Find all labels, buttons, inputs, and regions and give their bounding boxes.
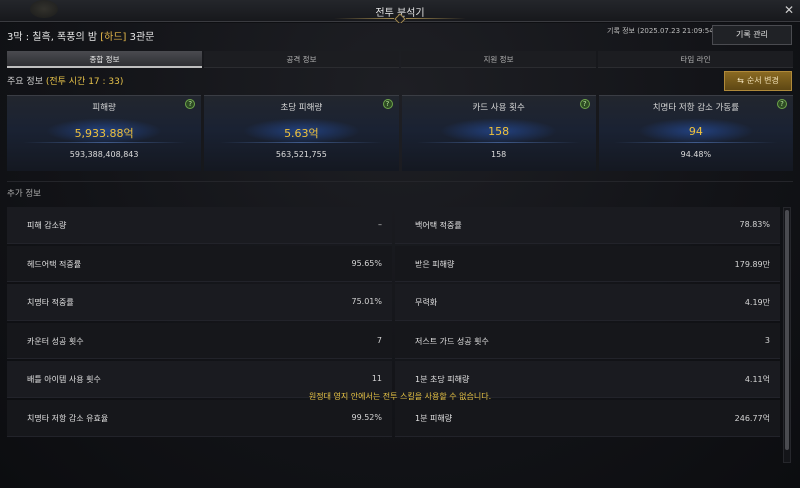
stat-value: 7: [376, 335, 382, 345]
card-value: 5.63억: [284, 127, 319, 140]
tab-bar: 종합 정보 공격 정보 지원 정보 타임 라인: [7, 51, 793, 68]
help-icon[interactable]: ?: [382, 99, 393, 109]
stat-value: –: [378, 220, 382, 229]
section-divider: [7, 181, 793, 182]
close-icon[interactable]: ✕: [784, 3, 794, 17]
stat-label: 피해 감소량: [27, 221, 67, 230]
system-notice: 원정대 영지 안에서는 전투 스킬을 사용할 수 없습니다.: [308, 392, 492, 401]
stat-label: 1분 초당 피해량: [415, 375, 470, 385]
card-title: 치명타 저항 감소 가동률: [652, 103, 740, 113]
stat-row: 무력화 4.19만: [395, 284, 780, 321]
stat-value: 4.19만: [744, 298, 770, 308]
card-crit-res-uptime: 치명타 저항 감소 가동률 ? 94 94.48%: [598, 95, 793, 171]
card-dps: 초당 피해량 ? 5.63억 563,521,755: [204, 95, 399, 171]
stage-gate: 3관문: [126, 32, 155, 43]
title-ornament-left: [334, 18, 394, 19]
stat-row: 받은 피해량 179.89만: [395, 245, 780, 283]
card-damage: 피해량 ? 5,933.88억 593,388,408,843: [7, 95, 202, 171]
help-icon[interactable]: ?: [777, 99, 787, 109]
stat-value: 4.11억: [744, 375, 770, 385]
title-ornament-right: [406, 18, 466, 19]
card-divider: [219, 142, 383, 143]
card-divider: [22, 142, 186, 143]
card-value: 158: [488, 125, 510, 138]
stat-label: 치명타 적중률: [27, 298, 74, 308]
stat-row: 치명타 저항 감소 유효율 99.52%: [7, 399, 392, 437]
order-change-button[interactable]: ⇆ 순서 변경: [724, 71, 792, 91]
card-subvalue: 563,521,755: [275, 150, 327, 159]
main-info-title: 주요 정보: [7, 77, 46, 87]
difficulty-badge: [하드]: [100, 32, 127, 43]
stage-name: 3막 : 칠흑, 폭풍의 밤: [7, 32, 101, 43]
card-title: 카드 사용 횟수: [472, 103, 525, 113]
record-manage-button[interactable]: 기록 관리: [712, 25, 792, 45]
stat-label: 저스트 가드 성공 횟수: [415, 336, 489, 346]
stat-value: 179.89만: [734, 259, 770, 269]
summary-cards: 피해량 ? 5,933.88억 593,388,408,843 초당 피해량 ?…: [7, 95, 793, 171]
card-subvalue: 94.48%: [680, 150, 712, 159]
stat-label: 헤드어택 적중률: [27, 259, 82, 269]
stat-row: 저스트 가드 성공 횟수 3: [395, 322, 780, 360]
tab-attack[interactable]: 공격 정보: [204, 51, 399, 68]
card-card-uses: 카드 사용 횟수 ? 158 158: [401, 95, 596, 171]
extra-info-label: 추가 정보: [7, 189, 41, 199]
stat-value: 246.77억: [734, 413, 770, 423]
card-value: 94: [688, 125, 703, 138]
stat-label: 1분 피해량: [415, 413, 453, 423]
stat-row: 카운터 성공 횟수 7: [7, 322, 392, 360]
order-change-label: 순서 변경: [746, 76, 779, 85]
scrollbar-thumb[interactable]: [785, 210, 789, 450]
stat-row: 피해 감소량 –: [7, 207, 392, 244]
help-icon[interactable]: ?: [579, 99, 590, 109]
tab-timeline[interactable]: 타임 라인: [598, 51, 793, 68]
stat-value: 99.52%: [351, 412, 382, 422]
stat-value: 75.01%: [351, 297, 382, 307]
extra-info-grid: 피해 감소량 – 백어택 적중률 78.83% 헤드어택 적중률 95.65% 받은 …: [7, 207, 780, 463]
tab-support[interactable]: 지원 정보: [401, 51, 596, 68]
stage-title: 3막 : 칠흑, 폭풍의 밤 [하드] 3관문: [7, 28, 154, 43]
stat-value: 78.83%: [739, 220, 770, 229]
stat-label: 치명타 저항 감소 유효율: [27, 413, 109, 423]
stat-label: 무력화: [415, 298, 438, 308]
stat-label: 백어택 적중률: [415, 221, 462, 230]
stat-row: 1분 피해량 246.77억: [395, 399, 780, 437]
main-info-label: 주요 정보 (전투 시간 17 : 33): [7, 74, 123, 87]
stat-row: 헤드어택 적중률 95.65%: [7, 245, 392, 283]
battle-time: (전투 시간 17 : 33): [45, 77, 124, 87]
stat-row: 치명타 적중률 75.01%: [7, 284, 392, 321]
card-divider: [417, 142, 581, 143]
scrollbar[interactable]: [783, 207, 791, 463]
stat-value: 3: [764, 335, 770, 345]
card-subvalue: 593,388,408,843: [69, 150, 139, 159]
stat-label: 배틀 아이템 사용 횟수: [27, 375, 101, 385]
card-title: 피해량: [92, 103, 116, 113]
analyzer-panel: 3막 : 칠흑, 폭풍의 밤 [하드] 3관문 기록 정보 (2025.07.2…: [0, 23, 800, 488]
stat-value: 95.65%: [351, 258, 382, 268]
stat-value: 11: [371, 374, 382, 384]
swap-icon: ⇆: [737, 76, 744, 85]
stat-label: 받은 피해량: [415, 259, 455, 269]
card-title: 초당 피해량: [280, 103, 323, 113]
stat-row: 백어택 적중률 78.83%: [395, 207, 780, 244]
card-subvalue: 158: [490, 150, 507, 159]
record-info: 기록 정보 (2025.07.23 21:09:54): [607, 27, 717, 35]
tab-overview[interactable]: 종합 정보: [7, 51, 202, 68]
title-bar: 전투 분석기 ✕: [0, 0, 800, 25]
card-value: 5,933.88억: [74, 127, 134, 140]
stat-label: 카운터 성공 횟수: [27, 336, 84, 346]
card-divider: [614, 142, 778, 143]
